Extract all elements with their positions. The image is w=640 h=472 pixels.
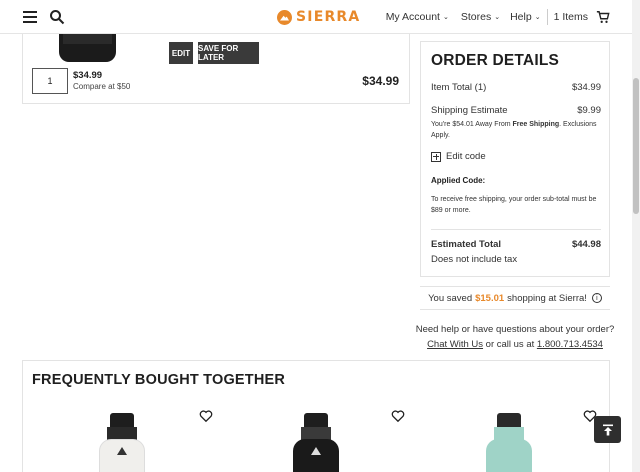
info-icon[interactable]: i (591, 293, 602, 303)
back-to-top-button[interactable] (594, 416, 621, 443)
savings-pre: You saved (428, 292, 473, 304)
plus-icon (431, 151, 441, 162)
menu-icon[interactable] (23, 11, 37, 23)
edit-code-label: Edit code (446, 151, 486, 162)
product-bottle-image[interactable] (486, 413, 532, 472)
chevron-down-icon: ⌄ (494, 14, 501, 21)
edit-button[interactable]: EDIT (169, 42, 193, 64)
shipping-value: $9.99 (577, 105, 601, 116)
logo-text: SIERRA (296, 9, 361, 25)
stores-menu[interactable]: Stores ⌄ (461, 11, 500, 23)
heart-icon[interactable] (391, 409, 405, 423)
nav-divider (546, 9, 548, 25)
tax-note: Does not include tax (431, 254, 601, 265)
order-details-title: ORDER DETAILS (431, 52, 560, 69)
bottle-cap (110, 413, 134, 427)
bottle-cap (304, 413, 328, 427)
cart-count: 1 Items (553, 11, 588, 23)
compare-price: Compare at $50 (73, 82, 131, 91)
free-ship-bold: Free Shipping (512, 121, 560, 128)
unit-price: $34.99 (73, 70, 103, 81)
scrollbar-thumb[interactable] (633, 78, 639, 214)
order-details-panel: ORDER DETAILS Item Total (1) $34.99 Ship… (420, 41, 610, 277)
cart-item-card: EDIT SAVE FOR LATER 1 $34.99 Compare at … (22, 34, 410, 104)
item-total-label: Item Total (1) (431, 82, 487, 93)
page-scrollbar[interactable] (632, 0, 640, 472)
frequently-bought-together: FREQUENTLY BOUGHT TOGETHER (22, 360, 610, 472)
save-for-later-button[interactable]: SAVE FOR LATER (198, 42, 259, 64)
bottle-body (486, 439, 532, 472)
free-ship-pre: You're $54.01 Away From (431, 121, 513, 128)
item-total-row: Item Total (1) $34.99 (431, 82, 601, 93)
cart-link[interactable]: 1 Items (554, 10, 610, 24)
top-nav: My Account ⌄ Stores ⌄ Help ⌄ 1 Items (386, 0, 610, 34)
search-icon[interactable] (49, 9, 65, 25)
arrow-up-icon (602, 424, 613, 435)
help-section: Need help or have questions about your o… (412, 322, 618, 352)
sierra-logo[interactable]: SIERRA (277, 6, 360, 28)
shipping-label: Shipping Estimate (431, 105, 508, 116)
product-bottle-image[interactable] (293, 413, 339, 472)
item-total-value: $34.99 (571, 82, 601, 93)
savings-amount: $15.01 (475, 292, 505, 304)
stores-label: Stores (460, 11, 492, 23)
chevron-down-icon: ⌄ (442, 14, 449, 21)
estimated-total-row: Estimated Total $44.98 (431, 239, 601, 250)
product-image[interactable] (59, 34, 116, 62)
savings-post: shopping at Sierra! (507, 292, 587, 304)
line-total: $34.99 (362, 74, 399, 88)
shipping-row: Shipping Estimate $9.99 (431, 105, 601, 116)
chevron-down-icon: ⌄ (534, 14, 541, 21)
heart-icon[interactable] (199, 409, 213, 423)
free-shipping-progress: You're $54.01 Away From Free Shipping. E… (431, 119, 603, 141)
bottle-body (99, 439, 145, 472)
chat-link[interactable]: Chat With Us (427, 339, 483, 350)
cart-icon (596, 11, 610, 23)
sierra-logo-icon (277, 9, 292, 25)
bottle-body (293, 439, 339, 472)
help-menu[interactable]: Help ⌄ (510, 11, 540, 23)
fbt-title: FREQUENTLY BOUGHT TOGETHER (32, 372, 286, 388)
help-question: Need help or have questions about your o… (415, 324, 615, 335)
divider (431, 229, 601, 230)
phone-link[interactable]: 1.800.713.4534 (537, 339, 603, 350)
help-contact: Chat With Us or call us at 1.800.713.453… (412, 337, 618, 352)
estimated-total-label: Estimated Total (431, 239, 502, 250)
quantity-input[interactable]: 1 (32, 68, 68, 94)
applied-code-label: Applied Code: (431, 176, 486, 185)
site-header: SIERRA My Account ⌄ Stores ⌄ Help ⌄ 1 It… (0, 0, 632, 34)
savings-banner: You saved $15.01 shopping at Sierra! i (420, 286, 610, 310)
product-bottle-image[interactable] (99, 413, 145, 472)
help-label: Help (510, 11, 532, 23)
my-account-menu[interactable]: My Account ⌄ (386, 11, 449, 23)
free-shipping-note: To receive free shipping, your order sub… (431, 196, 597, 214)
bottle-cap (497, 413, 521, 427)
tax-note-text: Does not include tax (431, 254, 518, 265)
my-account-label: My Account (385, 11, 440, 23)
estimated-total-value: $44.98 (571, 239, 601, 250)
help-middle: or call us at (485, 339, 535, 350)
edit-code-toggle[interactable]: Edit code (431, 151, 486, 162)
